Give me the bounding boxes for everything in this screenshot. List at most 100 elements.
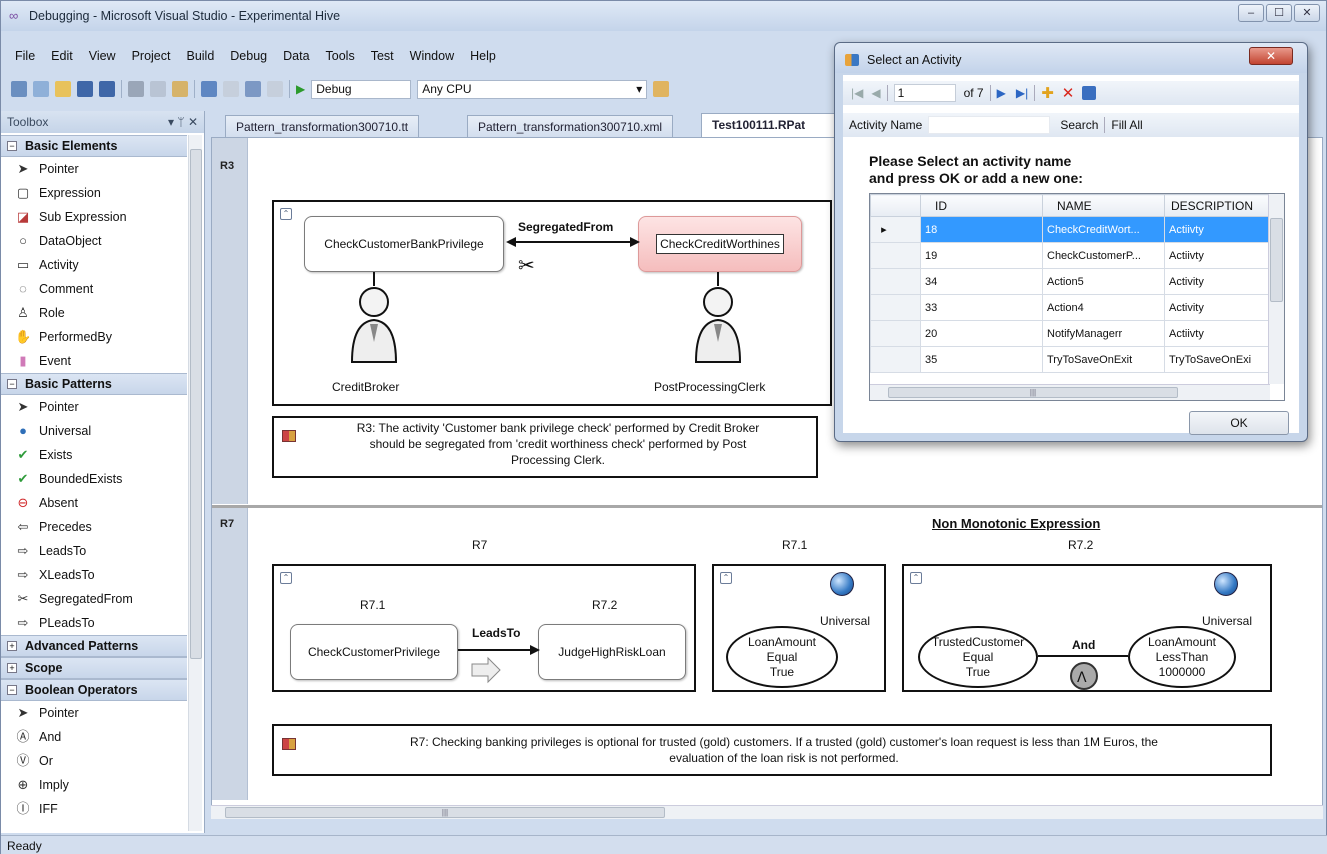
toolbox-item-dataobject[interactable]: ○ DataObject <box>1 229 187 253</box>
cell-description[interactable]: Activity <box>1164 294 1269 321</box>
toolbox-item-exists[interactable]: ✔ Exists <box>1 443 187 467</box>
tab-pattern-xml[interactable]: Pattern_transformation300710.xml <box>467 115 674 137</box>
grid-header-description[interactable]: DESCRIPTION <box>1164 194 1269 217</box>
activity-name-input[interactable] <box>928 116 1051 134</box>
cell-id[interactable]: 18 <box>920 216 1043 243</box>
solution-configuration-select[interactable]: Debug <box>311 79 412 99</box>
table-row[interactable]: 19 CheckCustomerP... Actiivty <box>870 242 1269 269</box>
r3-pattern-box[interactable]: ⌃ CheckCustomerBankPrivilege CheckCredit… <box>272 200 832 406</box>
collapse-icon[interactable]: − <box>7 141 17 151</box>
solution-platform-select[interactable]: Any CPU ▾ <box>417 79 648 99</box>
delete-icon[interactable]: ✕ <box>1062 84 1075 102</box>
cut-icon[interactable] <box>128 81 144 97</box>
toolbox-item-xleadsto[interactable]: ⇨ XLeadsTo <box>1 563 187 587</box>
collapse-icon[interactable]: − <box>7 685 17 695</box>
position-field[interactable]: 1 <box>893 84 956 102</box>
cell-description[interactable]: Activity <box>1164 268 1269 295</box>
toolbox-item-comment[interactable]: ◌ Comment <box>1 277 187 301</box>
r3-activity-right[interactable]: CheckCreditWorthines <box>638 216 802 272</box>
tab-pattern-tt[interactable]: Pattern_transformation300710.tt <box>225 115 420 137</box>
paste-icon[interactable] <box>172 81 188 97</box>
grid-header-id[interactable]: ID <box>920 194 1043 217</box>
toolbox-group-basic-patterns[interactable]: − Basic Patterns <box>1 373 187 395</box>
toolbox-item-and[interactable]: Ⓐ And <box>1 725 187 749</box>
toolbox-item-performedby[interactable]: ✋ PerformedBy <box>1 325 187 349</box>
r7-activity-left[interactable]: CheckCustomerPrivilege <box>290 624 458 680</box>
r3-comment-box[interactable]: R3: The activity 'Customer bank privileg… <box>272 416 818 478</box>
r7-comment-box[interactable]: R7: Checking banking privileges is optio… <box>272 724 1272 776</box>
row-header[interactable] <box>870 320 921 347</box>
toolbox-group-basic-elements[interactable]: − Basic Elements <box>1 135 187 157</box>
cell-name[interactable]: Action4 <box>1042 294 1165 321</box>
minimize-button[interactable]: – <box>1238 4 1264 22</box>
menu-test[interactable]: Test <box>363 49 402 63</box>
row-header[interactable] <box>870 294 921 321</box>
open-file-icon[interactable] <box>55 81 71 97</box>
move-previous-icon[interactable]: ◀ <box>871 86 880 100</box>
toolbox-scroll-thumb[interactable] <box>190 149 202 659</box>
redo-icon[interactable] <box>223 81 239 97</box>
grid-header-name[interactable]: NAME <box>1042 194 1165 217</box>
expand-icon[interactable]: + <box>7 663 17 673</box>
toolbox-item-universal[interactable]: ● Universal <box>1 419 187 443</box>
cell-name[interactable]: Action5 <box>1042 268 1165 295</box>
cell-id[interactable]: 19 <box>920 242 1043 269</box>
tab-test-rpat[interactable]: Test100111.RPat <box>701 113 841 137</box>
toolbox-group-advanced-patterns[interactable]: + Advanced Patterns <box>1 635 187 657</box>
search-button[interactable]: Search <box>1060 118 1098 132</box>
table-row[interactable]: 33 Action4 Activity <box>870 294 1269 321</box>
table-row[interactable]: ▸ 18 CheckCreditWort... Actiivty <box>870 216 1269 243</box>
collapse-icon[interactable]: ⌃ <box>280 572 292 584</box>
toolbox-item-iff[interactable]: Ⓘ IFF <box>1 797 187 821</box>
toolbox-item-boundedexists[interactable]: ✔ BoundedExists <box>1 467 187 491</box>
canvas-horizontal-scrollbar[interactable]: ||| <box>211 805 1323 819</box>
cell-name[interactable]: NotifyManagerr <box>1042 320 1165 347</box>
undo-icon[interactable] <box>201 81 217 97</box>
toolbox-item-imply[interactable]: ⊕ Imply <box>1 773 187 797</box>
toolbox-item-leadsto[interactable]: ⇨ LeadsTo <box>1 539 187 563</box>
canvas-scroll-thumb[interactable]: ||| <box>225 807 665 818</box>
grid-vertical-scrollbar[interactable] <box>1268 194 1284 384</box>
save-all-icon[interactable] <box>99 81 115 97</box>
row-header[interactable] <box>870 346 921 373</box>
menu-edit[interactable]: Edit <box>43 49 81 63</box>
r7-2-right-condition[interactable]: LoanAmount LessThan 1000000 <box>1128 626 1236 688</box>
cell-id[interactable]: 20 <box>920 320 1043 347</box>
collapse-icon[interactable]: ⌃ <box>280 208 292 220</box>
maximize-button[interactable]: ☐ <box>1266 4 1292 22</box>
menu-data[interactable]: Data <box>275 49 317 63</box>
toolbox-scrollbar[interactable] <box>188 135 202 831</box>
row-header[interactable] <box>870 242 921 269</box>
toolbox-item-pointer[interactable]: ➤ Pointer <box>1 395 187 419</box>
toolbox-group-boolean-operators[interactable]: − Boolean Operators <box>1 679 187 701</box>
toolbox-item-event[interactable]: ▮ Event <box>1 349 187 373</box>
cell-description[interactable]: Actiivty <box>1164 242 1269 269</box>
save-icon[interactable] <box>77 81 93 97</box>
table-row[interactable]: 34 Action5 Activity <box>870 268 1269 295</box>
add-new-icon[interactable]: ✚ <box>1041 84 1054 102</box>
dialog-close-button[interactable]: ✕ <box>1249 47 1293 65</box>
navigate-forward-icon[interactable] <box>267 81 283 97</box>
save-icon[interactable] <box>1082 86 1097 100</box>
move-next-icon[interactable]: ▶ <box>997 86 1006 100</box>
menu-project[interactable]: Project <box>124 49 179 63</box>
collapse-icon[interactable]: ⌃ <box>720 572 732 584</box>
menu-file[interactable]: File <box>7 49 43 63</box>
collapse-icon[interactable]: − <box>7 379 17 389</box>
ok-button[interactable]: OK <box>1189 411 1289 435</box>
r3-activity-left[interactable]: CheckCustomerBankPrivilege <box>304 216 504 272</box>
menu-view[interactable]: View <box>81 49 124 63</box>
cell-id[interactable]: 33 <box>920 294 1043 321</box>
table-row[interactable]: 35 TryToSaveOnExit TryToSaveOnExi <box>870 346 1269 373</box>
cell-id[interactable]: 35 <box>920 346 1043 373</box>
toolbox-item-pointer[interactable]: ➤ Pointer <box>1 157 187 181</box>
cell-id[interactable]: 34 <box>920 268 1043 295</box>
r7-1-pattern-box[interactable]: ⌃ Universal LoanAmount Equal True <box>712 564 886 692</box>
move-last-icon[interactable]: ▶| <box>1016 86 1028 100</box>
toolbox-item-role[interactable]: ♙ Role <box>1 301 187 325</box>
r7-activity-right[interactable]: JudgeHighRiskLoan <box>538 624 686 680</box>
activities-grid[interactable]: ID NAME DESCRIPTION ▸ 18 CheckCreditWort… <box>869 193 1285 401</box>
start-debugging-icon[interactable]: ▶ <box>296 82 305 96</box>
toolbox-item-absent[interactable]: ⊖ Absent <box>1 491 187 515</box>
toolbox-item-expression[interactable]: ▢ Expression <box>1 181 187 205</box>
